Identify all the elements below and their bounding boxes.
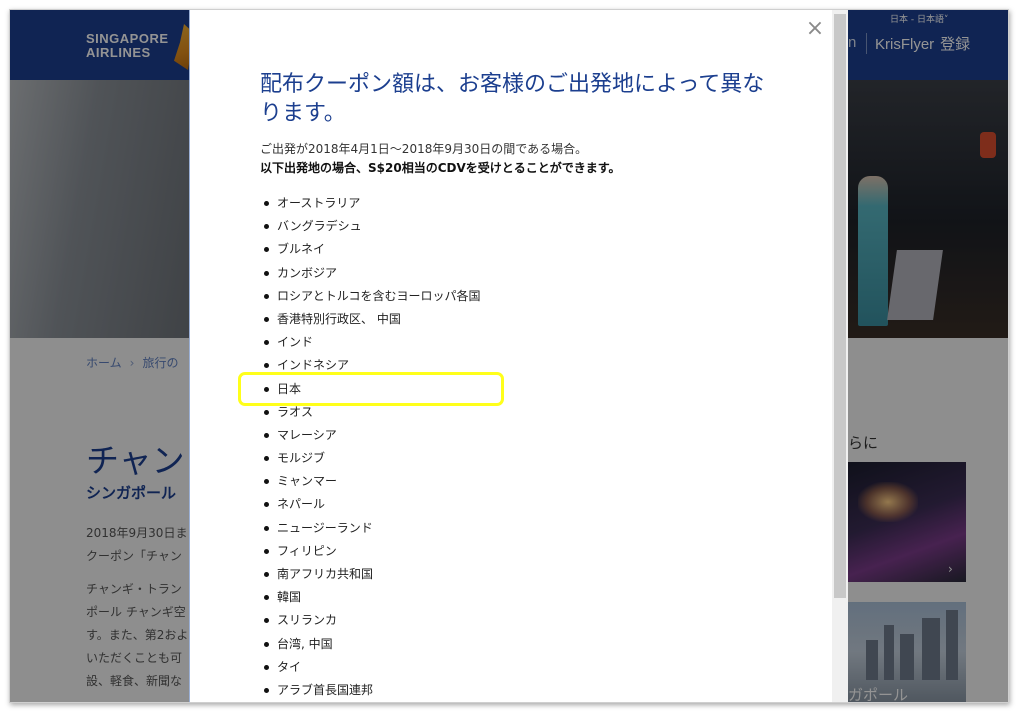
country-list: オーストラリア バングラデシュ ブルネイ カンボジア ロシアとトルコを含むヨーロ… [264, 193, 481, 702]
list-item: ニュージーランド [264, 518, 481, 541]
list-item: 南アフリカ共和国 [264, 564, 481, 587]
list-item: オーストラリア [264, 193, 481, 216]
list-item: インドネシア [264, 355, 481, 378]
modal-title: 配布クーポン額は、お客様のご出発地によって異なります。 [260, 72, 765, 126]
list-item: マレーシア [264, 425, 481, 448]
browser-frame: SINGAPORE AIRLINES 日本 - 日本語˅ n KrisFlyer… [9, 9, 1009, 703]
list-item: ブルネイ [264, 239, 481, 262]
list-item: ロシアとトルコを含むヨーロッパ各国 [264, 286, 481, 309]
list-item: ラオス [264, 402, 481, 425]
list-item: 香港特別行政区、 中国 [264, 309, 481, 332]
coupon-modal: × 配布クーポン額は、お客様のご出発地によって異なります。 ご出発が2018年4… [189, 10, 848, 702]
list-item: タイ [264, 657, 481, 680]
list-item: スリランカ [264, 610, 481, 633]
list-item: アラブ首長国連邦 [264, 680, 481, 702]
modal-intro-period: ご出発が2018年4月1日～2018年9月30日の間である場合。 [260, 142, 588, 156]
list-item: 韓国 [264, 587, 481, 610]
list-item: カンボジア [264, 263, 481, 286]
list-item: ミャンマー [264, 471, 481, 494]
modal-scrollbar[interactable] [832, 10, 848, 702]
list-item: ネパール [264, 494, 481, 517]
list-item: インド [264, 332, 481, 355]
list-item: フィリピン [264, 541, 481, 564]
list-item-highlighted: 日本 [264, 379, 481, 402]
list-item: モルジブ [264, 448, 481, 471]
list-item: 台湾, 中国 [264, 634, 481, 657]
close-icon[interactable]: × [804, 18, 826, 40]
list-item: バングラデシュ [264, 216, 481, 239]
scrollbar-thumb[interactable] [834, 14, 846, 598]
modal-intro-amount: 以下出発地の場合、S$20相当のCDVを受けとることができます。 [260, 161, 621, 175]
